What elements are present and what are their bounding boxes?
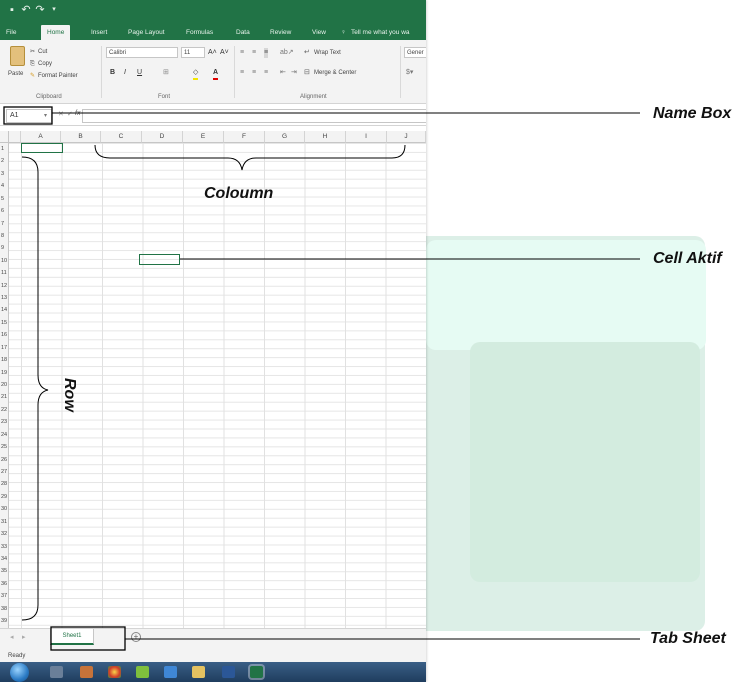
column-brace [94, 144, 406, 171]
annotation-overlay [3, 106, 640, 651]
tab-sheet-highlight [50, 626, 126, 651]
label-tab-sheet: Tab Sheet [650, 630, 726, 647]
label-row: Row [61, 378, 78, 412]
name-box-highlight [3, 106, 53, 125]
label-name-box: Name Box [653, 105, 732, 122]
label-column: Coloumn [204, 185, 274, 202]
row-brace [21, 156, 49, 621]
label-active-cell: Cell Aktif [653, 250, 722, 267]
